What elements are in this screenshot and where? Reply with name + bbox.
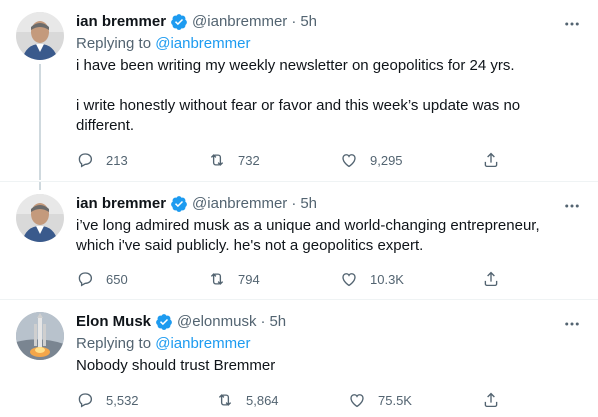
replying-to-handle[interactable]: @ianbremmer <box>155 35 250 52</box>
reply-button[interactable]: 213 <box>76 150 128 170</box>
tweet-paragraph: i write honestly without fear or favor a… <box>76 97 521 134</box>
timestamp[interactable]: 5h <box>269 312 286 332</box>
separator-dot: · <box>260 313 266 330</box>
avatar[interactable] <box>16 12 64 60</box>
tweet-paragraph: i’ve long admired musk as a unique and w… <box>76 217 540 254</box>
reply-icon <box>78 272 93 287</box>
more-icon[interactable] <box>562 14 582 34</box>
author-handle[interactable]: @elonmusk <box>177 312 256 332</box>
reply-count: 650 <box>106 271 128 287</box>
retweet-count: 732 <box>238 152 260 168</box>
like-button[interactable]: 75.5K <box>348 390 412 410</box>
share-icon <box>484 392 498 408</box>
retweet-icon <box>218 394 232 406</box>
timestamp[interactable]: 5h <box>300 12 317 32</box>
reply-icon <box>78 153 93 168</box>
retweet-button[interactable]: 5,864 <box>216 390 279 410</box>
action-bar: 650 794 10.3K <box>76 269 516 289</box>
share-icon <box>484 152 498 168</box>
share-icon <box>484 271 498 287</box>
like-count: 9,295 <box>370 152 403 168</box>
verified-badge-icon <box>156 314 172 330</box>
reply-count: 5,532 <box>106 392 139 408</box>
like-button[interactable]: 10.3K <box>340 269 404 289</box>
like-count: 10.3K <box>370 271 404 287</box>
author-handle[interactable]: @ianbremmer <box>192 12 287 32</box>
retweet-icon <box>210 154 224 166</box>
tweet-paragraph: Nobody should trust Bremmer <box>76 357 276 374</box>
retweet-button[interactable]: 732 <box>208 150 260 170</box>
thread-line <box>39 182 41 190</box>
reply-icon <box>78 393 93 408</box>
tweet-text: Nobody should trust Bremmer <box>76 356 582 376</box>
reply-count: 213 <box>106 152 128 168</box>
replying-to: Replying to @ianbremmer <box>76 334 582 354</box>
separator-dot: · <box>291 195 297 212</box>
author-name[interactable]: ian bremmer <box>76 12 166 32</box>
share-button[interactable] <box>482 269 500 289</box>
like-count: 75.5K <box>378 392 412 408</box>
author-handle[interactable]: @ianbremmer <box>192 194 287 214</box>
separator-dot: · <box>291 13 297 30</box>
action-bar: 5,532 5,864 75.5K <box>76 390 516 410</box>
author-name[interactable]: ian bremmer <box>76 194 166 214</box>
verified-badge-icon <box>171 14 187 30</box>
tweet-1[interactable]: ian bremmer @ianbremmer · 5h Replying to… <box>0 0 598 180</box>
reply-button[interactable]: 5,532 <box>76 390 139 410</box>
action-bar: 213 732 9,295 <box>76 150 516 170</box>
retweet-button[interactable]: 794 <box>208 269 260 289</box>
avatar[interactable] <box>16 194 64 242</box>
like-button[interactable]: 9,295 <box>340 150 403 170</box>
retweet-count: 794 <box>238 271 260 287</box>
tweet-text: i have been writing my weekly newsletter… <box>76 56 582 136</box>
replying-to: Replying to @ianbremmer <box>76 34 582 54</box>
heart-icon <box>342 273 356 287</box>
avatar[interactable] <box>16 312 64 360</box>
tweet-paragraph: i have been writing my weekly newsletter… <box>76 57 515 74</box>
share-button[interactable] <box>482 150 500 170</box>
replying-to-prefix: Replying to <box>76 35 152 52</box>
retweet-icon <box>210 273 224 285</box>
tweet-text: i’ve long admired musk as a unique and w… <box>76 216 582 256</box>
verified-badge-icon <box>171 196 187 212</box>
heart-icon <box>342 154 356 168</box>
timestamp[interactable]: 5h <box>300 194 317 214</box>
heart-icon <box>350 394 364 408</box>
replying-to-prefix: Replying to <box>76 335 152 352</box>
tweet-3[interactable]: Elon Musk @elonmusk · 5h Replying to @ia… <box>0 300 598 417</box>
share-button[interactable] <box>482 390 500 410</box>
author-name[interactable]: Elon Musk <box>76 312 151 332</box>
more-icon[interactable] <box>562 196 582 216</box>
retweet-count: 5,864 <box>246 392 279 408</box>
tweet-2[interactable]: ian bremmer @ianbremmer · 5h i’ve long a… <box>0 182 598 298</box>
more-icon[interactable] <box>562 314 582 334</box>
thread-line <box>39 64 41 180</box>
replying-to-handle[interactable]: @ianbremmer <box>155 335 250 352</box>
reply-button[interactable]: 650 <box>76 269 128 289</box>
